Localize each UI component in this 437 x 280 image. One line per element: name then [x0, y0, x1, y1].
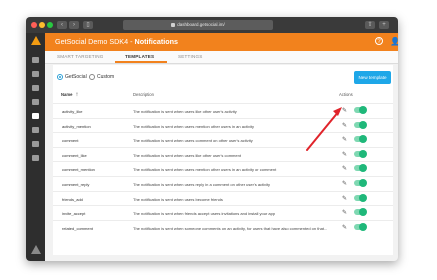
- template-description: The notification is sent when users like…: [133, 109, 237, 114]
- sidebar-docs-icon[interactable]: [32, 155, 39, 161]
- column-name-label: Name: [61, 92, 73, 97]
- sidebar-dashboard-icon[interactable]: [32, 57, 39, 63]
- tab-templates[interactable]: TEMPLATES: [125, 54, 154, 59]
- template-enabled-toggle[interactable]: [354, 208, 367, 217]
- column-header-description: Description: [133, 92, 154, 97]
- template-name: related_comment: [62, 225, 93, 231]
- edit-pencil-icon[interactable]: ✎: [342, 195, 347, 203]
- table-row[interactable]: comment_reply The notification is sent wh…: [53, 176, 393, 192]
- template-name: activity_like: [62, 109, 83, 114]
- template-description: The notification is sent when friends ac…: [133, 211, 276, 217]
- sort-ascending-icon[interactable]: ↑: [75, 92, 78, 98]
- edit-pencil-icon[interactable]: ✎: [342, 122, 347, 130]
- template-name: comment_reply: [62, 182, 90, 187]
- template-enabled-toggle[interactable]: [354, 179, 367, 187]
- template-enabled-toggle[interactable]: [354, 193, 367, 202]
- table-row[interactable]: friends_add The notification is sent when…: [53, 190, 393, 207]
- template-description: The notification is sent when users comm…: [133, 138, 253, 144]
- sidebar-notifications-icon[interactable]: [32, 113, 39, 119]
- edit-pencil-icon[interactable]: ✎: [342, 107, 347, 115]
- sidebar-invites-icon[interactable]: [32, 99, 39, 105]
- maximize-window-icon[interactable]: [47, 22, 53, 28]
- sidebar-users-icon[interactable]: [32, 85, 39, 91]
- active-tab-indicator: [115, 61, 167, 63]
- template-enabled-toggle[interactable]: [354, 135, 367, 144]
- sidebar-settings-icon[interactable]: [32, 141, 39, 147]
- getsocial-logo[interactable]: [31, 36, 41, 45]
- edit-pencil-icon[interactable]: ✎: [342, 151, 347, 159]
- app-name: GetSocial Demo SDK4 -: [55, 37, 135, 46]
- table-row[interactable]: invite_accept The notification is sent wh…: [53, 205, 393, 221]
- section-name: Notifications: [134, 37, 179, 46]
- edit-pencil-icon[interactable]: ✎: [342, 209, 347, 217]
- table-row[interactable]: comment_mention The notification is sent …: [53, 161, 393, 177]
- column-header-actions: Actions: [339, 92, 353, 97]
- table-row[interactable]: related_comment The notification is sent …: [53, 219, 393, 236]
- source-custom-radio[interactable]: [89, 74, 95, 80]
- tab-settings[interactable]: SETTINGS: [178, 54, 203, 59]
- sidebar-activities-icon[interactable]: [32, 71, 39, 77]
- edit-pencil-icon[interactable]: ✎: [342, 224, 347, 232]
- template-description: The notification is sent when users repl…: [133, 182, 271, 187]
- template-name: comment_mention: [62, 167, 95, 173]
- forward-icon[interactable]: ›: [69, 21, 79, 29]
- template-name: comment: [62, 138, 79, 144]
- app-sidebar: [26, 33, 45, 261]
- new-template-button[interactable]: New template: [354, 71, 391, 84]
- table-row[interactable]: activity_like The notification is sent wh…: [53, 103, 393, 119]
- browser-chrome: ‹ › ▯ dashboard.getsocial.im/ ⇧ +: [26, 17, 398, 33]
- template-description: The notification is sent when users ment…: [133, 123, 254, 129]
- template-enabled-toggle[interactable]: [354, 164, 367, 173]
- source-custom-label[interactable]: Custom: [97, 74, 114, 80]
- share-icon[interactable]: ⇧: [365, 21, 375, 29]
- edit-pencil-icon[interactable]: ✎: [342, 180, 347, 188]
- back-icon[interactable]: ‹: [57, 21, 67, 29]
- tab-smart-targeting[interactable]: SMART TARGETING: [57, 54, 104, 59]
- template-enabled-toggle[interactable]: [354, 222, 367, 231]
- template-description: The notification is sent when users like…: [133, 152, 241, 158]
- new-tab-icon[interactable]: +: [379, 21, 389, 29]
- template-description: The notification is sent when users beco…: [133, 196, 223, 202]
- column-header-name[interactable]: Name ↑: [61, 92, 78, 98]
- notifications-tabs: SMART TARGETING TEMPLATES SETTINGS: [45, 51, 398, 64]
- template-enabled-toggle[interactable]: [354, 120, 367, 129]
- source-getsocial-radio[interactable]: [57, 74, 63, 80]
- template-description: The notification is sent when someone co…: [133, 225, 328, 231]
- close-window-icon[interactable]: [31, 22, 37, 28]
- table-row[interactable]: activity_mention The notification is sent…: [53, 117, 393, 134]
- url-text: dashboard.getsocial.im/: [177, 22, 225, 27]
- sidebar-bottom-logo-icon[interactable]: [31, 245, 41, 254]
- minimize-window-icon[interactable]: [39, 22, 45, 28]
- template-enabled-toggle[interactable]: [354, 149, 367, 158]
- source-getsocial-label[interactable]: GetSocial: [65, 74, 87, 80]
- template-name: comment_like: [62, 152, 87, 158]
- table-row[interactable]: comment_like The notification is sent whe…: [53, 146, 393, 163]
- template-name: invite_accept: [62, 211, 86, 217]
- user-account-icon[interactable]: 👤: [390, 37, 398, 46]
- sidebar-toggle-icon[interactable]: ▯: [83, 21, 93, 29]
- help-icon[interactable]: ?: [375, 37, 383, 45]
- template-enabled-toggle[interactable]: [354, 106, 367, 114]
- app-header: GetSocial Demo SDK4 - Notifications ? 👤: [45, 33, 398, 51]
- templates-card: GetSocial Custom New template Name ↑ Desc…: [53, 65, 393, 255]
- edit-pencil-icon[interactable]: ✎: [342, 165, 347, 173]
- address-bar[interactable]: dashboard.getsocial.im/: [123, 20, 273, 30]
- template-name: friends_add: [62, 196, 83, 202]
- edit-pencil-icon[interactable]: ✎: [342, 136, 347, 144]
- lock-icon: [171, 22, 176, 27]
- table-row[interactable]: comment The notification is sent when use…: [53, 132, 393, 148]
- template-name: activity_mention: [62, 123, 91, 129]
- page-title: GetSocial Demo SDK4 - Notifications: [55, 37, 178, 46]
- sidebar-analytics-icon[interactable]: [32, 127, 39, 133]
- template-description: The notification is sent when users ment…: [133, 167, 277, 173]
